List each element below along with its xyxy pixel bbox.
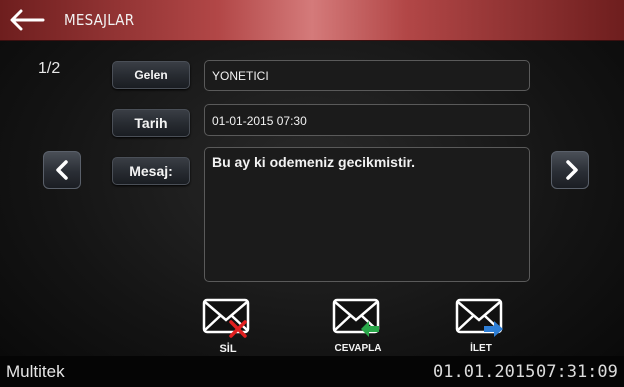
status-time: 07:31:09 — [536, 362, 618, 382]
sender-label: Gelen — [112, 61, 190, 89]
reply-button[interactable]: CEVAPLA — [330, 296, 386, 354]
date-field: 01-01-2015 07:30 — [204, 104, 530, 136]
reply-label: CEVAPLA — [334, 343, 382, 354]
forward-mail-icon — [455, 298, 503, 337]
chevron-right-icon — [566, 160, 578, 180]
message-label: Mesaj: — [112, 157, 190, 185]
forward-label: İLET — [470, 343, 492, 354]
message-screen: MESAJLAR 1/2 Gelen Tarih Mesaj: YONETICI… — [0, 0, 624, 387]
sender-field: YONETICI — [204, 60, 530, 91]
chevron-left-icon — [56, 160, 68, 180]
status-date: 01.01.2015 — [433, 362, 536, 382]
delete-mail-icon — [202, 298, 250, 338]
delete-button[interactable]: SİL — [201, 296, 255, 355]
page-indicator: 1/2 — [38, 60, 61, 77]
message-body: Bu ay ki odemeniz gecikmistir. — [204, 147, 530, 282]
title-bar: MESAJLAR — [0, 0, 624, 40]
previous-button[interactable] — [43, 151, 81, 189]
page-title: MESAJLAR — [64, 11, 135, 29]
date-label: Tarih — [112, 109, 190, 137]
delete-label: SİL — [219, 343, 237, 355]
back-arrow-icon[interactable] — [10, 9, 46, 31]
reply-mail-icon — [332, 298, 380, 337]
brand-name: Multitek — [6, 362, 65, 381]
next-button[interactable] — [551, 151, 589, 189]
forward-button[interactable]: İLET — [454, 296, 508, 354]
